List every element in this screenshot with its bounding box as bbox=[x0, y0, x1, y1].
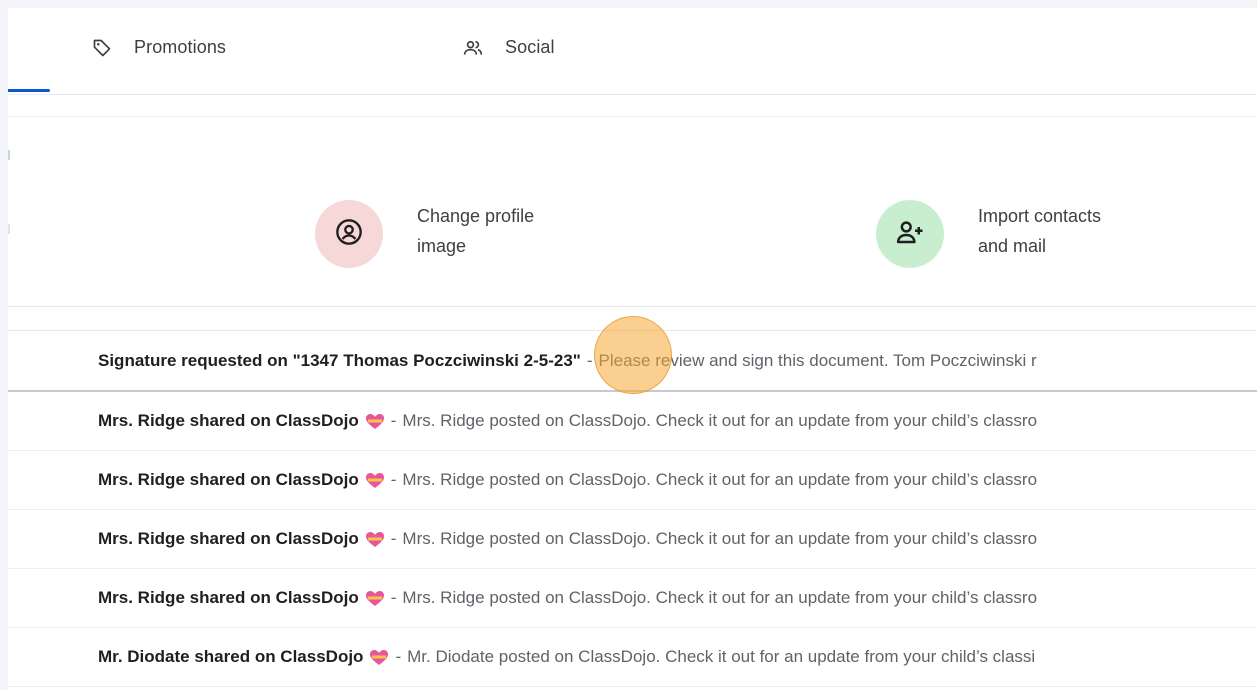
heart-emoji-icon bbox=[369, 649, 389, 666]
heart-emoji-icon bbox=[365, 590, 385, 607]
email-row[interactable]: Mr. Diodate shared on ClassDojo - Mr. Di… bbox=[8, 628, 1257, 687]
divider bbox=[8, 116, 1257, 117]
email-row[interactable]: Signature requested on "1347 Thomas Pocz… bbox=[8, 331, 1257, 392]
separator: - bbox=[390, 529, 397, 548]
email-subject: Mrs. Ridge shared on ClassDojo bbox=[98, 411, 359, 430]
separator: - bbox=[390, 588, 397, 607]
separator: - bbox=[395, 647, 402, 666]
email-snippet: Mrs. Ridge posted on ClassDojo. Check it… bbox=[402, 411, 1038, 430]
email-snippet: Mr. Diodate posted on ClassDojo. Check i… bbox=[407, 647, 1036, 666]
email-snippet: Mrs. Ridge posted on ClassDojo. Check it… bbox=[402, 529, 1038, 548]
email-list: Signature requested on "1347 Thomas Pocz… bbox=[8, 330, 1257, 687]
email-subject: Mrs. Ridge shared on ClassDojo bbox=[98, 529, 359, 548]
category-tabs: Promotions Social bbox=[8, 8, 1257, 95]
heart-emoji-icon bbox=[365, 413, 385, 430]
separator: - bbox=[586, 350, 593, 370]
email-subject: Signature requested on "1347 Thomas Pocz… bbox=[98, 350, 581, 370]
email-snippet: Mrs. Ridge posted on ClassDojo. Check it… bbox=[402, 588, 1038, 607]
email-snippet: Mrs. Ridge posted on ClassDojo. Check it… bbox=[402, 470, 1038, 489]
email-snippet: Please review and sign this document. To… bbox=[598, 350, 1037, 370]
card-text-line: and mail bbox=[978, 236, 1047, 256]
profile-icon-circle bbox=[315, 200, 383, 268]
heart-emoji-icon bbox=[365, 531, 385, 548]
tag-icon bbox=[92, 38, 112, 58]
email-row[interactable]: Mrs. Ridge shared on ClassDojo - Mrs. Ri… bbox=[8, 451, 1257, 510]
separator: - bbox=[390, 411, 397, 430]
person-add-icon bbox=[895, 217, 925, 252]
tab-label-social: Social bbox=[505, 37, 555, 57]
change-profile-image-text: Change profile image bbox=[417, 201, 534, 261]
account-circle-icon bbox=[335, 218, 363, 251]
active-tab-indicator bbox=[8, 89, 50, 92]
setup-suggestions: Change profile image Import contacts and… bbox=[8, 118, 1257, 307]
card-text-line: image bbox=[417, 236, 467, 256]
email-subject: Mr. Diodate shared on ClassDojo bbox=[98, 647, 364, 666]
tab-label-promotions: Promotions bbox=[134, 37, 227, 57]
import-icon-circle bbox=[876, 200, 944, 268]
email-row[interactable]: Mrs. Ridge shared on ClassDojo - Mrs. Ri… bbox=[8, 392, 1257, 451]
import-contacts-card[interactable]: Import contacts and mail bbox=[876, 200, 1101, 268]
email-row[interactable]: Mrs. Ridge shared on ClassDojo - Mrs. Ri… bbox=[8, 510, 1257, 569]
email-subject: Mrs. Ridge shared on ClassDojo bbox=[98, 588, 359, 607]
separator: - bbox=[390, 470, 397, 489]
card-text-line: Change profile bbox=[417, 206, 535, 226]
email-subject: Mrs. Ridge shared on ClassDojo bbox=[98, 470, 359, 489]
people-icon bbox=[463, 38, 483, 58]
card-text-line: Import contacts bbox=[978, 206, 1102, 226]
inbox-frame: Promotions Social Change profile image I… bbox=[8, 8, 1257, 690]
tab-social[interactable]: Social bbox=[463, 37, 555, 58]
import-contacts-text: Import contacts and mail bbox=[978, 201, 1101, 261]
email-row[interactable]: Mrs. Ridge shared on ClassDojo - Mrs. Ri… bbox=[8, 569, 1257, 628]
heart-emoji-icon bbox=[365, 472, 385, 489]
tab-promotions[interactable]: Promotions bbox=[92, 37, 226, 58]
change-profile-image-card[interactable]: Change profile image bbox=[315, 200, 534, 268]
